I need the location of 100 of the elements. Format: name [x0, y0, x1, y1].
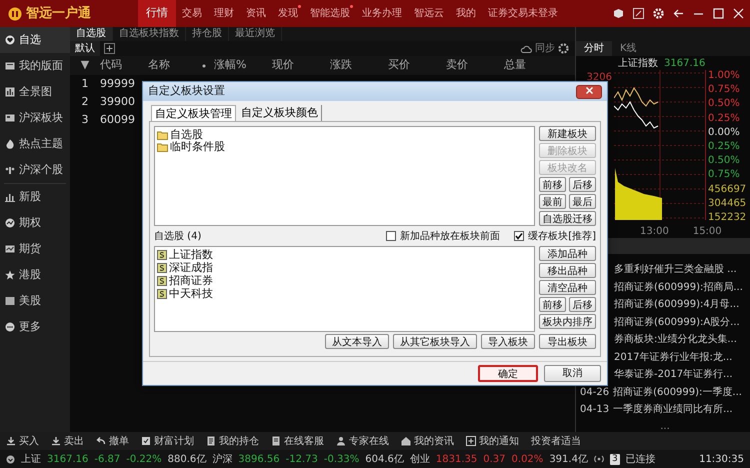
- toolbar-button[interactable]: 撤单: [109, 434, 129, 448]
- home-icon[interactable]: [401, 436, 411, 446]
- nav-tab[interactable]: 智能选股: [304, 0, 356, 27]
- nav-tab[interactable]: 智远云: [408, 0, 450, 27]
- dialog-button[interactable]: 最前: [539, 194, 566, 209]
- column-header[interactable]: 名称: [148, 57, 200, 74]
- toolbar-button[interactable]: 财富计划: [154, 434, 194, 448]
- login-status[interactable]: 证券交易未登录: [482, 0, 564, 27]
- checkbox-label[interactable]: 新加品种放在板块前面: [400, 228, 500, 244]
- news-item[interactable]: 04-13 一季度券商业绩同比有所...: [580, 401, 750, 418]
- sync-button[interactable]: 同步: [535, 41, 555, 56]
- checkbox[interactable]: [514, 231, 524, 241]
- dialog-button[interactable]: 板块内排序: [539, 314, 596, 329]
- dialog-button[interactable]: 最后: [569, 194, 596, 209]
- nav-tab[interactable]: 交易: [176, 0, 208, 27]
- dialog-button[interactable]: 自选股迁移: [539, 211, 596, 226]
- sort-marker[interactable]: ▼: [70, 57, 100, 74]
- dialog-button[interactable]: 添加品种: [539, 246, 596, 261]
- dialog-button[interactable]: 确定: [478, 365, 538, 382]
- column-header[interactable]: 现价: [272, 57, 330, 74]
- chart-tab[interactable]: K线: [612, 41, 645, 56]
- sidebar-item[interactable]: 新股: [0, 184, 70, 210]
- cube-icon[interactable]: [613, 8, 624, 19]
- close-icon[interactable]: [733, 8, 744, 19]
- dialog-button[interactable]: 导出板块: [539, 334, 596, 349]
- sidebar-item[interactable]: 我的版面: [0, 53, 70, 79]
- column-header[interactable]: 涨跌: [330, 57, 388, 74]
- dialog-button[interactable]: 导入板块: [481, 334, 535, 349]
- sidebar-item[interactable]: 沪深板块: [0, 105, 70, 131]
- dialog-button[interactable]: 取消: [544, 365, 601, 382]
- nav-tab[interactable]: 发现: [272, 0, 304, 27]
- dialog-button[interactable]: 新建板块: [539, 126, 596, 141]
- group-tab[interactable]: 默认: [70, 41, 100, 56]
- more-link[interactable]: ...: [580, 418, 750, 434]
- column-header[interactable]: 总量: [504, 57, 562, 74]
- list-item[interactable]: 临时条件股: [170, 141, 225, 153]
- download-icon[interactable]: [6, 436, 16, 446]
- download-icon[interactable]: [51, 436, 61, 446]
- nav-tab[interactable]: 我的: [450, 0, 482, 27]
- back-arrow-icon[interactable]: [673, 8, 684, 19]
- user-icon[interactable]: [336, 436, 346, 446]
- nav-tab[interactable]: 业务办理: [356, 0, 408, 27]
- dialog-button[interactable]: 从其它板块导入: [393, 334, 477, 349]
- toolbar-button[interactable]: 我的通知: [479, 434, 519, 448]
- dialog-button[interactable]: 从文本导入: [325, 334, 389, 349]
- sidebar-item[interactable]: 期权: [0, 210, 70, 236]
- dialog-button[interactable]: 前移: [539, 177, 566, 192]
- nav-tab[interactable]: 理财: [208, 0, 240, 27]
- sidebar-item[interactable]: 全景图: [0, 79, 70, 105]
- close-button[interactable]: [576, 84, 602, 98]
- maximize-icon[interactable]: [713, 8, 724, 19]
- toolbar-button[interactable]: 卖出: [64, 434, 84, 448]
- stock-list[interactable]: 上证指数 深证成指 招商证券 中天科技: [154, 246, 535, 332]
- sidebar-item[interactable]: 自选: [0, 27, 70, 53]
- dialog-button[interactable]: 前移: [539, 297, 566, 312]
- undo-icon[interactable]: [96, 436, 106, 446]
- block-list[interactable]: 自选股 临时条件股: [154, 126, 535, 226]
- sidebar-item[interactable]: 港股: [0, 262, 70, 288]
- toolbar-button[interactable]: 投资者适当: [531, 434, 581, 448]
- document-icon[interactable]: [206, 436, 216, 446]
- sidebar-item[interactable]: 期货: [0, 236, 70, 262]
- sidebar-item[interactable]: 沪深个股: [0, 157, 70, 183]
- settings-icon[interactable]: [558, 43, 569, 54]
- sidebar-item[interactable]: 美股: [0, 288, 70, 314]
- list-label: 自选股 (4): [154, 230, 202, 244]
- checkbox-label[interactable]: 缓存板块[推荐]: [528, 228, 596, 244]
- dialog-button[interactable]: 后移: [569, 297, 596, 312]
- dropdown-icon[interactable]: [6, 454, 15, 464]
- document-icon[interactable]: [271, 436, 281, 446]
- dialog-button[interactable]: 后移: [569, 177, 596, 192]
- chart-tab[interactable]: 分时: [576, 41, 612, 56]
- add-icon[interactable]: [104, 43, 115, 54]
- checkbox[interactable]: [386, 231, 396, 241]
- list-item[interactable]: 招商证券: [169, 275, 213, 287]
- list-item[interactable]: 中天科技: [169, 288, 213, 300]
- picture-icon[interactable]: [633, 8, 644, 19]
- news-item[interactable]: 04-26 招商证券(600999):一季度...: [580, 384, 750, 401]
- nav-tab[interactable]: 资讯: [240, 0, 272, 27]
- toolbar-button[interactable]: 专家在线: [349, 434, 389, 448]
- dialog-button[interactable]: 移出品种: [539, 263, 596, 278]
- sidebar-item[interactable]: 热点主题: [0, 131, 70, 157]
- sub-tab[interactable]: 自选股: [70, 27, 113, 41]
- nav-tab[interactable]: 行情: [138, 0, 176, 27]
- list-item[interactable]: 上证指数: [169, 249, 213, 261]
- column-header[interactable]: 代码: [100, 57, 148, 74]
- sidebar-item[interactable]: 更多: [0, 314, 70, 340]
- list-item[interactable]: 自选股: [170, 129, 203, 141]
- plus-box-icon[interactable]: [466, 436, 476, 446]
- toolbar-button[interactable]: 我的持仓: [219, 434, 259, 448]
- toolbar-button[interactable]: 我的资讯: [414, 434, 454, 448]
- quote-value: -12.73: [286, 452, 318, 466]
- checklist-icon[interactable]: [141, 436, 151, 446]
- list-item[interactable]: 深证成指: [169, 262, 213, 274]
- column-header[interactable]: 卖价: [446, 57, 504, 74]
- column-header[interactable]: 涨幅%: [214, 57, 272, 74]
- dialog-tab[interactable]: 自定义板块管理: [151, 105, 236, 121]
- toolbar-button[interactable]: 买入: [19, 434, 39, 448]
- column-header[interactable]: 买价: [388, 57, 446, 74]
- toolbar-button[interactable]: 在线客服: [284, 434, 324, 448]
- dialog-button[interactable]: 清空品种: [539, 280, 596, 295]
